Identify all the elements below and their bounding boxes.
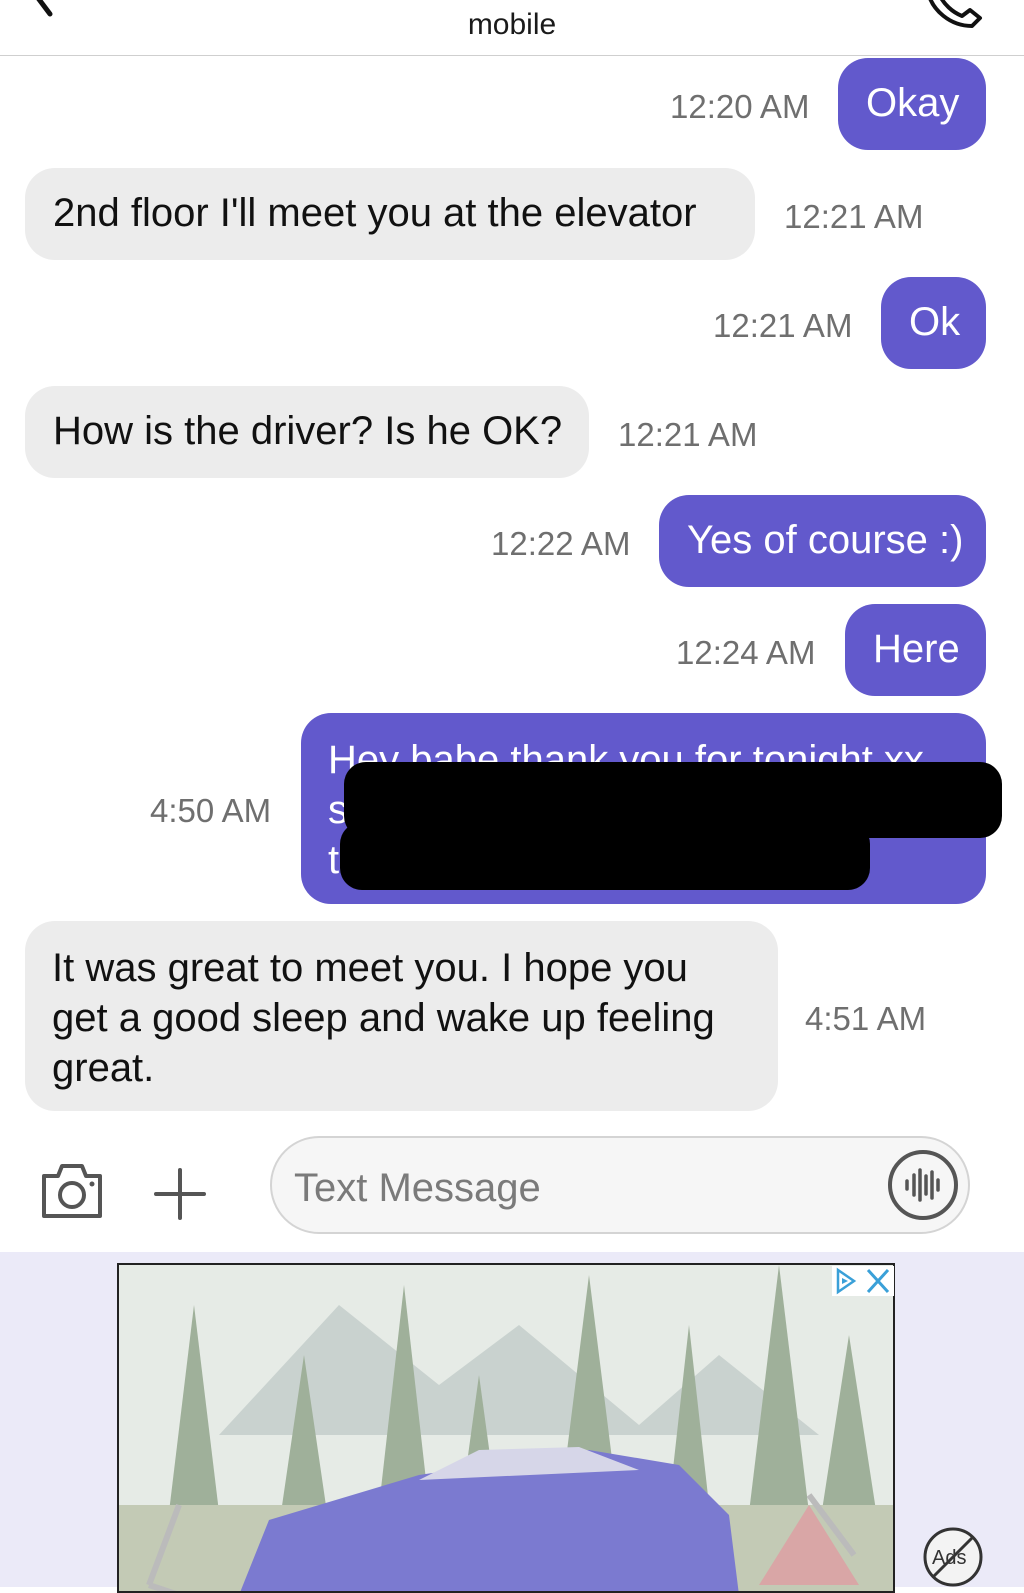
phone-icon[interactable] (922, 0, 984, 32)
message-text: 2nd floor I'll meet you at the elevator (53, 191, 697, 235)
message-text: How is the driver? Is he OK? (53, 409, 563, 453)
message-time: 4:51 AM (805, 1000, 927, 1037)
outgoing-message[interactable]: Ok (881, 277, 986, 369)
message-time: 12:21 AM (784, 198, 924, 235)
message-time: 12:24 AM (676, 634, 816, 671)
voice-wave-icon[interactable] (886, 1148, 960, 1222)
adchoices-icon[interactable] (832, 1266, 894, 1296)
incoming-message[interactable]: 2nd floor I'll meet you at the elevator (25, 168, 755, 260)
incoming-message[interactable]: How is the driver? Is he OK? (25, 386, 589, 478)
no-ads-icon[interactable]: Ads (922, 1526, 984, 1588)
message-time: 12:22 AM (491, 525, 631, 562)
contact-title[interactable]: mobile (0, 8, 1024, 42)
message-line: It was great to meet you. I hope you (52, 946, 688, 990)
message-text: Here (873, 627, 960, 671)
outgoing-message[interactable]: Yes of course :) (659, 495, 986, 587)
message-time: 4:50 AM (150, 792, 272, 829)
message-time: 12:20 AM (670, 88, 810, 125)
message-text: Okay (866, 81, 960, 125)
message-input-placeholder: Text Message (294, 1166, 541, 1210)
ad-image (119, 1265, 893, 1591)
plus-icon[interactable] (152, 1166, 208, 1222)
message-text: Yes of course :) (687, 518, 964, 562)
camera-icon[interactable] (40, 1162, 104, 1220)
message-time: 12:21 AM (713, 307, 853, 344)
redaction-mark (340, 822, 870, 890)
message-line: great. (52, 1046, 155, 1090)
outgoing-message[interactable]: Here (845, 604, 986, 696)
outgoing-message[interactable]: Okay (838, 58, 986, 150)
message-input[interactable]: Text Message (270, 1136, 970, 1234)
message-text: Ok (909, 300, 961, 344)
advertisement[interactable] (117, 1263, 895, 1593)
conversation-header: mobile (0, 0, 1024, 56)
message-line: get a good sleep and wake up feeling (52, 996, 715, 1040)
incoming-message[interactable]: It was great to meet you. I hope you get… (25, 921, 778, 1111)
message-time: 12:21 AM (618, 416, 758, 453)
no-ads-label: Ads (932, 1547, 967, 1569)
